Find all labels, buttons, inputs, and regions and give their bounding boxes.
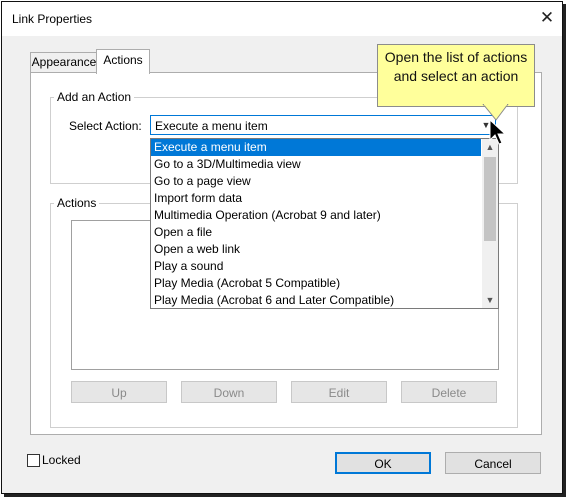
add-action-legend: Add an Action: [57, 90, 132, 104]
locked-checkbox[interactable]: [27, 454, 40, 467]
delete-button[interactable]: Delete: [401, 381, 497, 403]
title-bar: Link Properties ✕: [2, 2, 562, 36]
dropdown-option[interactable]: Open a web link: [151, 241, 481, 258]
selected-action-value: Execute a menu item: [155, 119, 268, 133]
close-icon[interactable]: ✕: [537, 8, 557, 28]
dropdown-option[interactable]: Multimedia Operation (Acrobat 9 and late…: [151, 207, 481, 224]
dropdown-option[interactable]: Play a sound: [151, 258, 481, 275]
tab-appearance-label: Appearance: [31, 55, 97, 69]
dialog-title: Link Properties: [12, 12, 93, 26]
dropdown-option[interactable]: Go to a page view: [151, 173, 481, 190]
locked-label: Locked: [42, 453, 81, 467]
edit-button[interactable]: Edit: [291, 381, 387, 403]
dropdown-option[interactable]: Import form data: [151, 190, 481, 207]
tab-actions-label: Actions: [103, 53, 143, 67]
dropdown-option[interactable]: Execute a menu item: [151, 139, 481, 156]
dropdown-option[interactable]: Go to a 3D/Multimedia view: [151, 156, 481, 173]
tab-actions[interactable]: Actions: [96, 49, 150, 74]
scrollbar-thumb[interactable]: [484, 157, 496, 241]
callout-text: Open the list of actions and select an a…: [384, 49, 528, 84]
action-dropdown-list[interactable]: Execute a menu item Go to a 3D/Multimedi…: [150, 138, 499, 309]
dropdown-option[interactable]: Open a file: [151, 224, 481, 241]
dropdown-option[interactable]: Play Media (Acrobat 5 Compatible): [151, 275, 481, 292]
ok-button[interactable]: OK: [335, 452, 431, 474]
dropdown-option[interactable]: Play Media (Acrobat 6 and Later Compatib…: [151, 292, 481, 308]
instruction-callout: Open the list of actions and select an a…: [377, 44, 535, 107]
actions-legend: Actions: [57, 196, 97, 210]
tab-appearance[interactable]: Appearance: [30, 52, 98, 72]
up-button[interactable]: Up: [71, 381, 167, 403]
down-button[interactable]: Down: [181, 381, 277, 403]
select-action-combobox[interactable]: Execute a menu item ▼: [150, 115, 496, 135]
cancel-button[interactable]: Cancel: [445, 452, 541, 474]
mouse-cursor-icon: [489, 119, 507, 145]
dropdown-scrollbar[interactable]: ▲ ▼: [482, 139, 498, 308]
select-action-label: Select Action:: [69, 119, 142, 133]
scroll-down-icon[interactable]: ▼: [482, 292, 498, 308]
